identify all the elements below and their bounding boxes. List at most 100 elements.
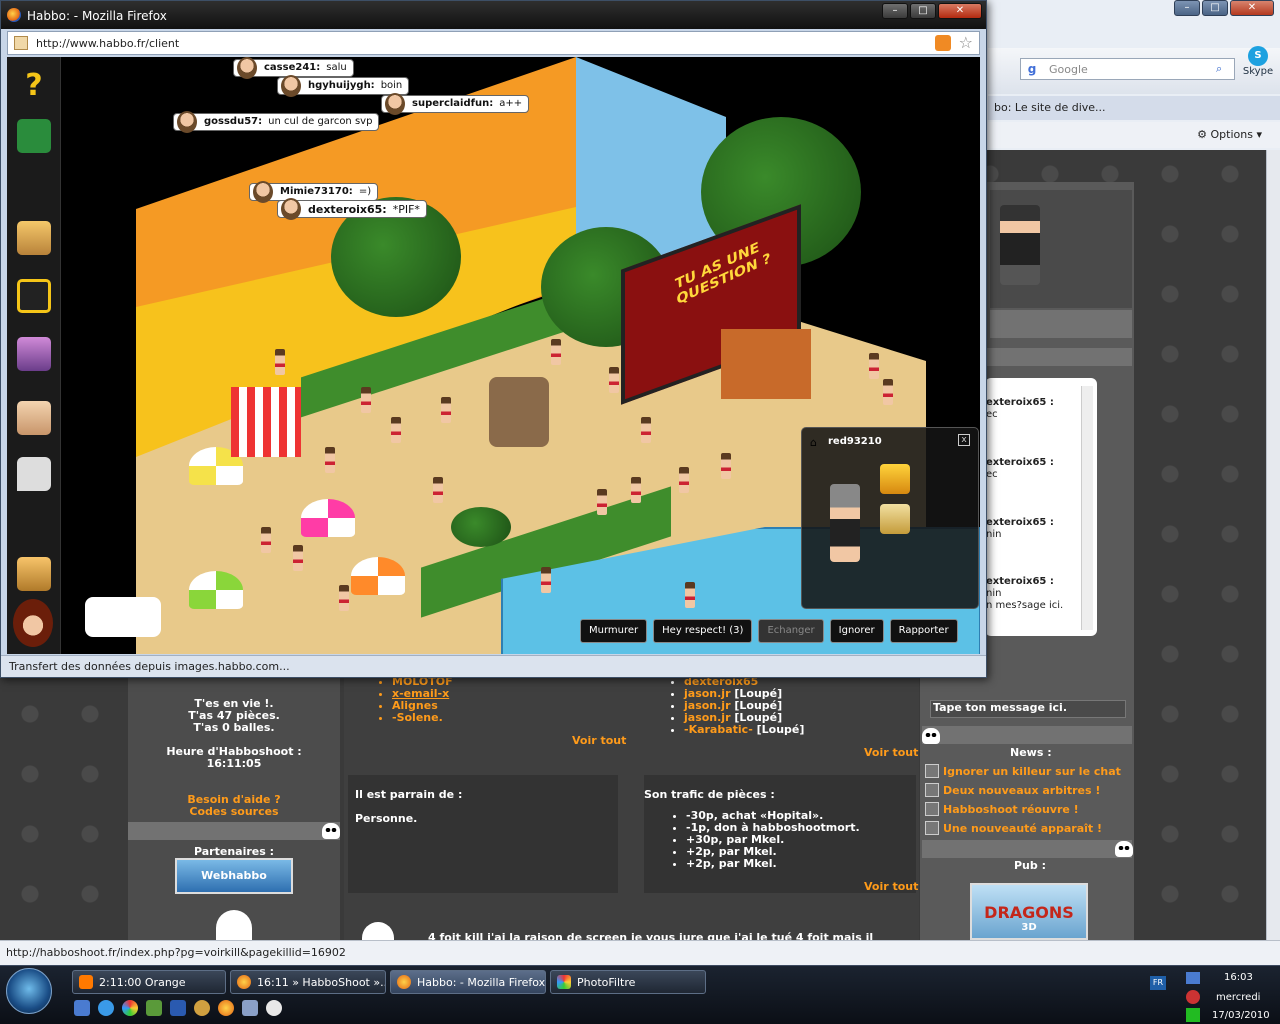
exit-icon[interactable] xyxy=(17,119,51,153)
app-icon[interactable] xyxy=(242,1000,258,1016)
minimize-button[interactable]: – xyxy=(882,3,908,19)
browser-tab[interactable]: bo: Le site de dive... xyxy=(988,96,1280,120)
chrome-icon[interactable] xyxy=(122,1000,138,1016)
see-all-link[interactable]: Voir tout xyxy=(864,880,918,893)
options-button[interactable]: ⚙ Options ▾ xyxy=(1197,128,1262,141)
chat-user: exteroix65 : xyxy=(986,397,1054,408)
language-indicator[interactable]: FR xyxy=(1150,976,1166,990)
search-icon[interactable]: ⌕ xyxy=(1216,62,1234,76)
news-item[interactable]: Une nouveauté apparaît ! xyxy=(925,821,1102,835)
report-button[interactable]: Rapporter xyxy=(889,619,958,643)
chat-scrollbar[interactable] xyxy=(1081,386,1093,630)
habbo-avatar[interactable] xyxy=(361,387,371,413)
bubble-user: gossdu57: xyxy=(204,116,263,127)
habbo-avatar[interactable] xyxy=(679,467,689,493)
home-icon[interactable]: ⌂ xyxy=(810,436,820,449)
task-orange[interactable]: 2:11:00 Orange xyxy=(72,970,226,994)
news-item[interactable]: Habboshoot réouvre ! xyxy=(925,802,1079,816)
skype-button[interactable]: S Skype xyxy=(1240,46,1276,77)
start-button[interactable] xyxy=(6,968,52,1014)
habbo-avatar[interactable] xyxy=(597,489,607,515)
firefox-icon[interactable] xyxy=(218,1000,234,1016)
network-icon[interactable] xyxy=(1186,972,1200,984)
chat-input[interactable]: Tape ton message ici. xyxy=(930,700,1126,718)
navigator-icon[interactable] xyxy=(17,279,51,313)
inventory-icon[interactable] xyxy=(17,557,51,591)
habbo-avatar[interactable] xyxy=(883,379,893,405)
ignore-button[interactable]: Ignorer xyxy=(829,619,884,643)
firefox-status-bar: Transfert des données depuis images.habb… xyxy=(1,655,986,677)
google-search-box[interactable]: g Google ⌕ xyxy=(1020,58,1235,80)
habbo-avatar[interactable] xyxy=(631,477,641,503)
maximize-button[interactable]: □ xyxy=(910,3,936,19)
respect-button[interactable]: Hey respect! (3) xyxy=(653,619,753,643)
list-item[interactable]: -Karabatic- [Loupé] xyxy=(684,724,804,736)
task-habboshoot[interactable]: 16:11 » HabboShoot »... xyxy=(230,970,386,994)
maximize-button[interactable]: □ xyxy=(1202,0,1228,16)
habbo-avatar[interactable] xyxy=(275,349,285,375)
alert-icon[interactable] xyxy=(1186,990,1200,1004)
page-scrollbar[interactable] xyxy=(1266,150,1280,940)
list-item[interactable]: -Solene. xyxy=(392,712,453,724)
habbo-avatar[interactable] xyxy=(339,585,349,611)
window-title-bar[interactable]: Habbo: - Mozilla Firefox – □ ✕ xyxy=(1,1,986,29)
tree xyxy=(451,507,511,547)
explorer-icon[interactable] xyxy=(170,1000,186,1016)
player-name: -Karabatic- xyxy=(684,723,753,736)
bullets-status: T'as 0 balles. xyxy=(193,721,275,734)
app-icon[interactable] xyxy=(266,1000,282,1016)
habbo-avatar[interactable] xyxy=(551,339,561,365)
habbo-avatar[interactable] xyxy=(541,567,551,593)
habbo-avatar[interactable] xyxy=(325,447,335,473)
habbo-avatar[interactable] xyxy=(685,582,695,608)
messenger-icon[interactable] xyxy=(17,457,51,491)
clock-day[interactable]: mercredi xyxy=(1216,992,1260,1003)
rss-icon[interactable] xyxy=(935,35,951,51)
partner-logo[interactable]: Webhabbo xyxy=(175,858,293,894)
whisper-button[interactable]: Murmurer xyxy=(580,619,648,643)
clock-date[interactable]: 17/03/2010 xyxy=(1212,1010,1270,1021)
messenger-icon[interactable] xyxy=(146,1000,162,1016)
habbo-avatar[interactable] xyxy=(391,417,401,443)
internet-explorer-icon[interactable] xyxy=(98,1000,114,1016)
dragons-ad[interactable]: DRAGONS 3D xyxy=(970,883,1088,940)
task-habbo-firefox[interactable]: Habbo: - Mozilla Firefox xyxy=(390,970,546,994)
catalog-icon[interactable] xyxy=(17,221,51,255)
close-icon[interactable]: x xyxy=(958,434,970,446)
habbo-avatar[interactable] xyxy=(869,353,879,379)
habbo-avatar[interactable] xyxy=(441,397,451,423)
habbo-room[interactable]: TU AS UNE QUESTION ? casse241: salu hgyh… xyxy=(61,57,980,654)
clock-time[interactable]: 16:03 xyxy=(1224,972,1253,983)
changing-booths xyxy=(721,329,811,399)
wardrobe-icon[interactable] xyxy=(17,337,51,371)
url-bar[interactable]: http://www.habbo.fr/client ☆ xyxy=(7,31,980,55)
task-photofiltre[interactable]: PhotoFiltre xyxy=(550,970,706,994)
habbo-avatar[interactable] xyxy=(433,477,443,503)
close-button[interactable]: ✕ xyxy=(938,3,982,19)
bubble-text: a++ xyxy=(499,98,523,109)
chat-bubble: gossdu57: un cul de garcon svp xyxy=(173,111,380,133)
media-icon[interactable] xyxy=(194,1000,210,1016)
own-avatar-icon[interactable] xyxy=(13,599,53,647)
friends-icon[interactable] xyxy=(17,401,51,435)
habbo-avatar[interactable] xyxy=(261,527,271,553)
see-all-link[interactable]: Voir tout xyxy=(864,746,918,759)
own-chat-bubble[interactable] xyxy=(85,597,161,637)
killer-list: dexteroix65 jason.jr [Loupé] jason.jr [L… xyxy=(670,676,804,736)
trade-button[interactable]: Echanger xyxy=(758,619,824,643)
habbo-avatar[interactable] xyxy=(609,367,619,393)
bookmark-star-icon[interactable]: ☆ xyxy=(959,33,973,52)
news-item[interactable]: Ignorer un killeur sur le chat xyxy=(925,764,1121,778)
habbo-avatar[interactable] xyxy=(641,417,651,443)
security-icon[interactable] xyxy=(1186,1008,1200,1022)
show-desktop-icon[interactable] xyxy=(74,1000,90,1016)
source-codes-link[interactable]: Codes sources xyxy=(128,805,340,818)
user-action-bar: Murmurer Hey respect! (3) Echanger Ignor… xyxy=(580,619,958,643)
news-item[interactable]: Deux nouveaux arbitres ! xyxy=(925,783,1100,797)
see-all-link[interactable]: Voir tout xyxy=(572,734,626,747)
habbo-avatar[interactable] xyxy=(721,453,731,479)
minimize-button[interactable]: – xyxy=(1174,0,1200,16)
help-icon[interactable]: ? xyxy=(17,69,51,103)
habbo-avatar[interactable] xyxy=(293,545,303,571)
close-button[interactable]: ✕ xyxy=(1230,0,1274,16)
